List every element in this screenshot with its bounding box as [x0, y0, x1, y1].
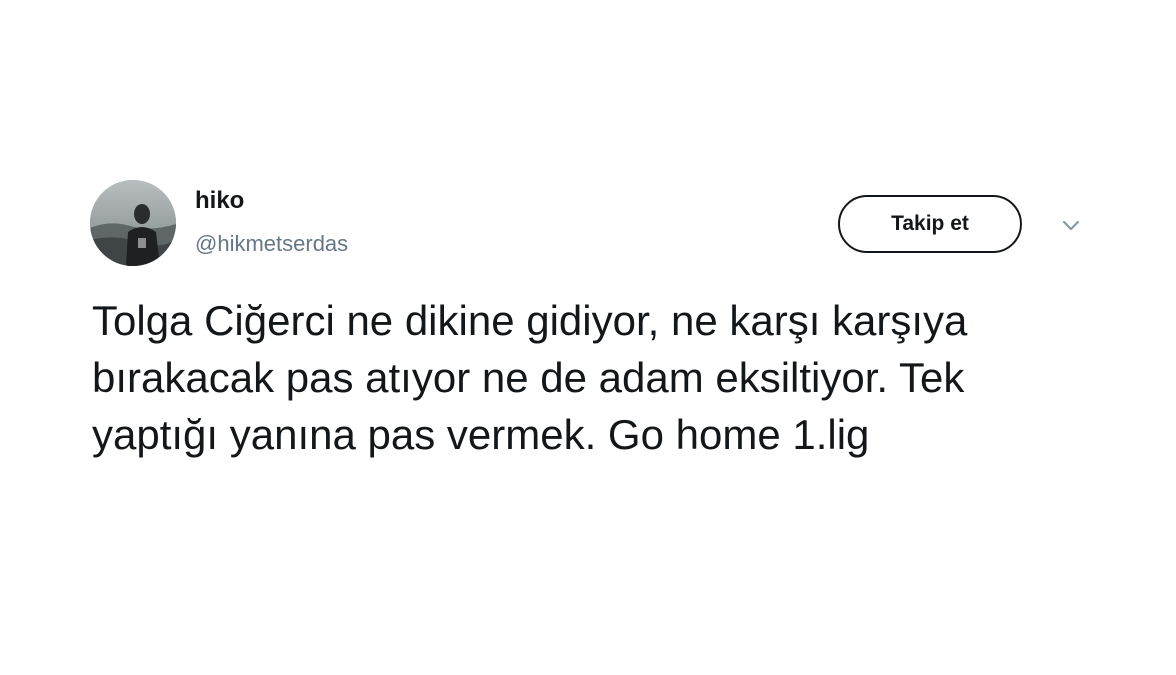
display-name[interactable]: hiko	[195, 186, 244, 216]
user-handle[interactable]: @hikmetserdas	[195, 230, 348, 258]
tweet-card: hiko @hikmetserdas Takip et Tolga Ciğerc…	[0, 0, 1176, 675]
chevron-down-icon[interactable]	[1058, 212, 1084, 238]
tweet-text: Tolga Ciğerci ne dikine gidiyor, ne karş…	[92, 297, 968, 458]
profile-photo-icon	[90, 180, 176, 266]
avatar[interactable]	[90, 180, 176, 266]
follow-button[interactable]: Takip et	[838, 195, 1022, 253]
